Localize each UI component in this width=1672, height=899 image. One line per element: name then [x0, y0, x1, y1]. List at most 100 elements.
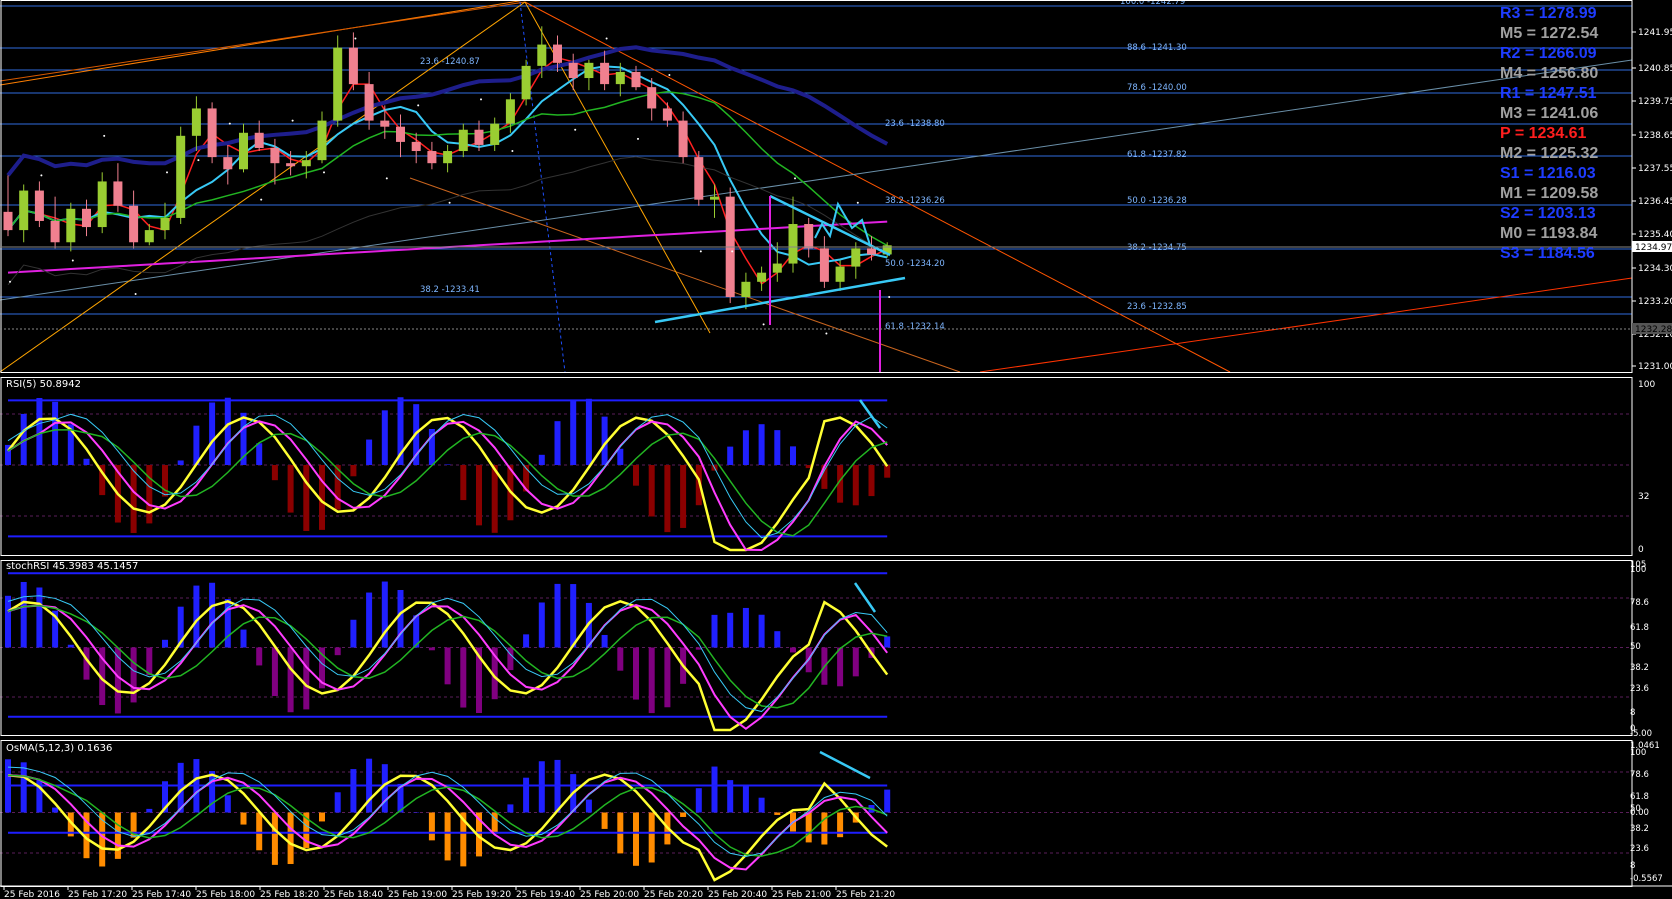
candle-body — [270, 147, 280, 164]
pivot-levels: R3 = 1278.99 M5 = 1272.54 R2 = 1266.09 M4 =… — [1500, 4, 1610, 264]
histogram-bar — [146, 647, 153, 676]
candle-body — [286, 163, 296, 167]
histogram-bar — [852, 647, 859, 677]
rsi-tick: 0 — [1638, 545, 1644, 555]
candle-body — [694, 157, 704, 200]
fib-label: 100.0 -1242.79 — [1120, 0, 1185, 7]
histogram-bar — [366, 592, 373, 648]
candle-body — [662, 108, 672, 121]
histogram-bar — [209, 402, 216, 465]
histogram-bar — [601, 634, 608, 648]
candle-body — [757, 272, 767, 282]
time-label: 25 Feb 18:40 — [324, 890, 383, 899]
time-label: 25 Feb 17:40 — [132, 890, 191, 899]
fib-label: 78.6 -1240.00 — [1127, 83, 1187, 93]
candle-body — [647, 87, 657, 109]
histogram-bar — [664, 465, 671, 533]
histogram-bar — [774, 430, 781, 465]
price-tick-label: 1241.95 — [1638, 28, 1672, 38]
sar-dot — [605, 37, 608, 40]
price-tick-label: 1233.20 — [1638, 297, 1672, 307]
time-label: 25 Feb 21:00 — [772, 890, 831, 899]
candle-body — [380, 120, 390, 127]
sar-dot — [480, 98, 482, 101]
sar-dot — [511, 150, 514, 153]
sar-dot — [134, 292, 137, 295]
time-label: 25 Feb 18:00 — [196, 890, 255, 899]
histogram-bar — [146, 465, 153, 524]
price-tick-label: 1236.45 — [1638, 197, 1672, 207]
time-label: 25 Feb 20:00 — [580, 890, 639, 899]
histogram-bar — [350, 619, 357, 648]
sar-dot — [888, 296, 891, 299]
price-tick-label: 1237.55 — [1638, 164, 1672, 174]
histogram-bar — [774, 631, 781, 648]
histogram-bar — [758, 797, 765, 813]
histogram-bar — [146, 808, 153, 813]
pivot-level: S1 = 1216.03 — [1500, 165, 1596, 182]
candle-body — [191, 108, 201, 136]
histogram-bar — [554, 421, 561, 465]
pivot-level: R1 = 1247.51 — [1500, 85, 1597, 102]
candle-body — [678, 120, 688, 158]
candle-body — [239, 132, 248, 170]
histogram-bar — [884, 789, 891, 813]
trend-line — [0, 1, 526, 82]
histogram-bar — [240, 812, 247, 825]
histogram-bar — [742, 784, 749, 813]
arrow-icon — [819, 750, 871, 780]
trend-line — [524, 1, 1231, 373]
candle-body — [50, 220, 60, 243]
pivot-level: M2 = 1225.32 — [1500, 145, 1599, 162]
histogram-bar — [460, 465, 467, 501]
histogram-bar — [428, 812, 435, 841]
time-label: 25 Feb 21:20 — [836, 890, 895, 899]
candle-body — [819, 248, 829, 282]
time-label: 25 Feb 17:20 — [68, 890, 127, 899]
sar-dot — [637, 137, 639, 140]
pivot-level: S3 = 1184.56 — [1500, 245, 1595, 262]
histogram-bar — [256, 443, 263, 465]
histogram-bar — [428, 647, 435, 651]
price-tick-label: 1234.30 — [1638, 264, 1672, 274]
sar-dot — [291, 119, 294, 122]
rsi-tick: 32 — [1638, 492, 1649, 502]
histogram-bar — [680, 812, 687, 817]
histogram-bar — [130, 465, 137, 533]
candle-body — [490, 123, 500, 145]
sar-dot — [40, 174, 43, 177]
current-price-label: 1234.97 — [1635, 243, 1672, 253]
histogram-bar — [162, 639, 168, 648]
stoch-tick: 61.8 — [1630, 623, 1649, 633]
trading-chart[interactable]: 100.0 -1242.79 88.6 -1241.30 23.6 -1240.87… — [0, 0, 1672, 899]
histogram-bar — [52, 807, 59, 813]
stoch-rsi-panel — [0, 572, 1632, 732]
fib-label: 61.8 -1237.82 — [1127, 150, 1187, 160]
histogram-bar — [209, 582, 216, 648]
histogram-bar — [538, 454, 545, 465]
histogram-bar — [868, 465, 875, 497]
candle-body — [788, 224, 798, 264]
histogram-bar — [538, 602, 545, 648]
histogram-bar — [381, 410, 388, 465]
sar-dot — [856, 201, 859, 204]
histogram-bar — [444, 647, 451, 685]
time-label: 25 Feb 19:40 — [516, 890, 575, 899]
histogram-bar — [774, 812, 781, 815]
candle-body — [301, 160, 311, 167]
histogram-bar — [742, 607, 749, 648]
sar-dot — [103, 134, 106, 137]
histogram-bar — [805, 812, 812, 843]
histogram-bar — [507, 647, 514, 671]
rsi-panel — [0, 397, 1632, 552]
histogram-bar — [334, 792, 341, 813]
trend-line — [0, 0, 526, 86]
histogram-bar — [601, 812, 608, 829]
candle-body — [458, 129, 468, 152]
sar-dot — [323, 171, 325, 174]
sar-dot — [448, 201, 451, 204]
fib-label: 23.6 -1232.85 — [1127, 302, 1187, 312]
stoch-label: stochRSI 45.3983 45.1457 — [6, 561, 138, 572]
histogram-bar — [334, 647, 341, 656]
candle-body — [631, 71, 641, 88]
